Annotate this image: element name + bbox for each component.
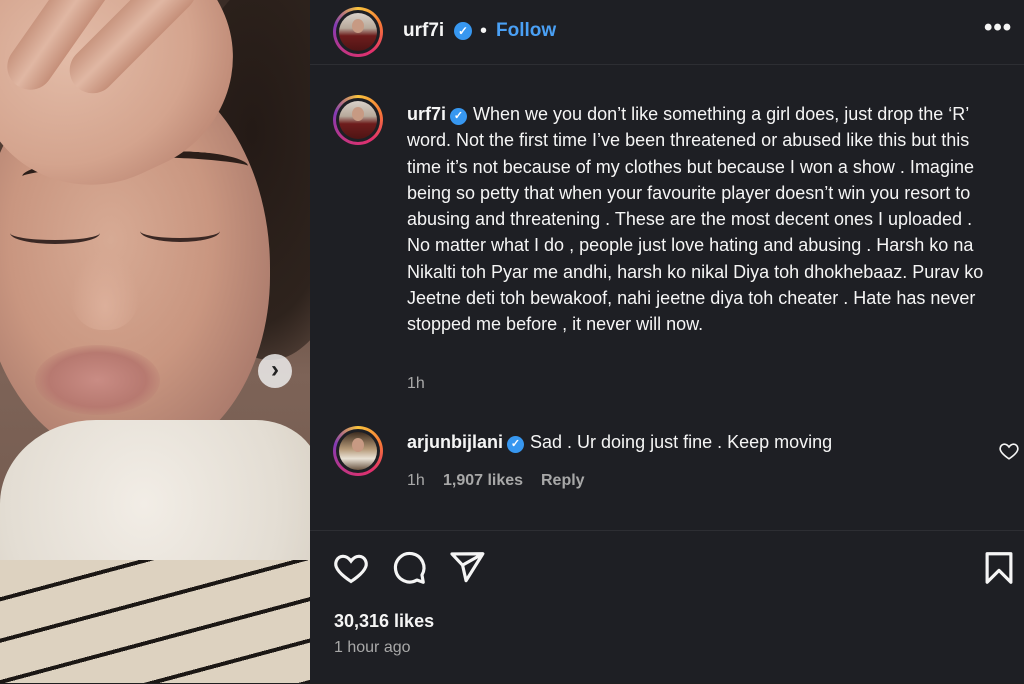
- comment-text: Sad . Ur doing just fine . Keep moving: [530, 432, 833, 452]
- author-username[interactable]: urf7i: [403, 20, 444, 42]
- avatar-image: [339, 13, 377, 51]
- caption-timestamp[interactable]: 1h: [407, 375, 425, 393]
- comment-reply-button[interactable]: Reply: [541, 472, 585, 490]
- more-options-icon[interactable]: •••: [984, 14, 1012, 42]
- carousel-next-button[interactable]: ›: [258, 354, 292, 388]
- post-likes-count[interactable]: 30,316 likes: [334, 611, 434, 632]
- chevron-right-icon: ›: [271, 356, 279, 383]
- avatar-image: [339, 432, 377, 470]
- post-header: urf7i ✓ • Follow •••: [310, 0, 1024, 65]
- caption-text: When we you don’t like something a girl …: [407, 104, 984, 335]
- comment-like-heart-icon[interactable]: [998, 440, 1020, 462]
- photo-lips: [35, 345, 160, 415]
- follow-button[interactable]: Follow: [496, 20, 556, 42]
- paper-plane-icon[interactable]: [448, 549, 486, 587]
- post-image[interactable]: ›: [0, 0, 310, 683]
- bookmark-icon[interactable]: [980, 549, 1018, 587]
- commenter-username[interactable]: arjunbijlani: [407, 432, 503, 452]
- comment-timestamp[interactable]: 1h: [407, 472, 425, 490]
- comment-likes[interactable]: 1,907 likes: [443, 472, 523, 490]
- photo-nose: [70, 250, 140, 330]
- commenter-avatar[interactable]: [333, 426, 383, 476]
- post-timestamp[interactable]: 1 hour ago: [334, 639, 411, 657]
- heart-icon[interactable]: [332, 549, 370, 587]
- photo-blanket: [0, 560, 310, 683]
- caption-username[interactable]: urf7i: [407, 104, 446, 124]
- comment: arjunbijlani ✓ Sad . Ur doing just fine . …: [407, 432, 832, 453]
- post-caption: urf7i ✓ When we you don’t like something a…: [407, 101, 997, 338]
- comment-bubble-icon[interactable]: [390, 549, 428, 587]
- separator-dot: •: [480, 20, 488, 42]
- avatar-image: [339, 101, 377, 139]
- photo-eye-left: [10, 222, 100, 244]
- author-avatar[interactable]: [333, 7, 383, 57]
- caption-author-avatar[interactable]: [333, 95, 383, 145]
- post-actions: 30,316 likes 1 hour ago: [310, 530, 1024, 684]
- photo-eye-right: [140, 220, 220, 242]
- verified-badge-icon: ✓: [450, 108, 468, 125]
- verified-badge-icon: ✓: [507, 436, 525, 453]
- post-detail-panel: urf7i ✓ • Follow ••• urf7i ✓ When we you d…: [310, 0, 1024, 683]
- verified-badge-icon: ✓: [454, 22, 472, 40]
